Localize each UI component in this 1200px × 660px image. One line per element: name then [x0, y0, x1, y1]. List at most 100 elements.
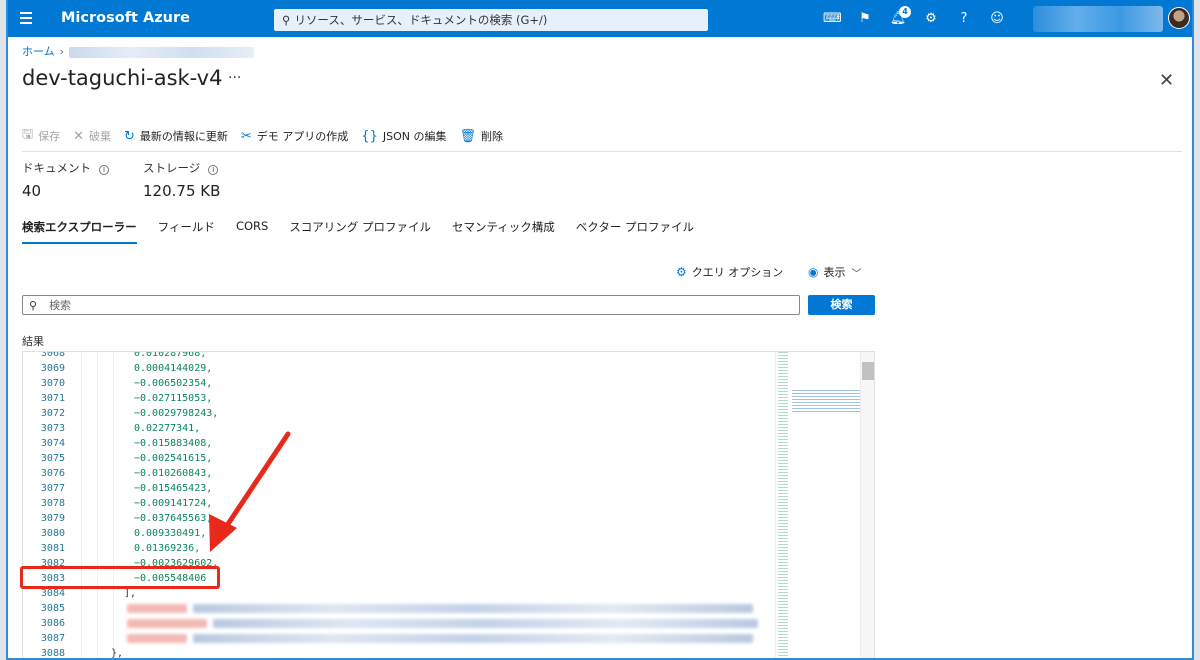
code-value: −0.009141724,	[134, 498, 213, 509]
breadcrumb: ホーム ›	[22, 43, 255, 59]
code-value: −0.015465423,	[134, 483, 213, 494]
line-number: 3073	[40, 423, 65, 434]
tab-semantic-config[interactable]: セマンティック構成	[452, 219, 555, 244]
tab-vector-profiles[interactable]: ベクター プロファイル	[576, 219, 694, 244]
code-line: 3088},	[23, 646, 773, 659]
code-value: −0.002541615,	[134, 453, 213, 464]
code-line: 3086	[23, 616, 773, 631]
delete-button[interactable]: 🗑︎ 削除	[459, 128, 503, 144]
redacted-code-key	[127, 619, 207, 628]
code-line: 3070 −0.006502354,	[23, 376, 773, 391]
hamburger-menu-icon[interactable]	[20, 12, 32, 24]
search-input[interactable]: ⚲ 検索	[22, 295, 800, 315]
redacted-code-value	[193, 604, 753, 613]
query-options-label: クエリ オプション	[691, 266, 784, 279]
line-number: 3077	[40, 483, 65, 494]
code-value: −0.037645563,	[134, 513, 213, 524]
tab-bar: 検索エクスプローラー フィールド CORS スコアリング プロファイル セマンテ…	[22, 219, 715, 244]
code-value: −0.0029798243,	[134, 408, 219, 419]
more-options-icon[interactable]: ···	[228, 70, 241, 86]
tab-search-explorer[interactable]: 検索エクスプローラー	[22, 219, 137, 244]
scrollbar-thumb[interactable]	[862, 362, 874, 380]
directory-filter-icon[interactable]: ⚑	[856, 10, 874, 28]
code-value: 0.009330491,	[134, 528, 207, 539]
line-number: 3088	[40, 648, 65, 659]
line-number: 3071	[40, 393, 65, 404]
code-value: −0.006502354,	[134, 378, 213, 389]
line-number: 3074	[40, 438, 65, 449]
cloud-shell-icon[interactable]: ⌨	[823, 10, 842, 28]
notification-count-badge: 4	[899, 6, 911, 18]
code-line: 3071 −0.027115053,	[23, 391, 773, 406]
refresh-label: 最新の情報に更新	[139, 130, 228, 143]
tab-cors[interactable]: CORS	[236, 219, 268, 244]
save-icon: 🖫	[22, 127, 34, 142]
redacted-code-value	[213, 619, 758, 628]
results-label: 結果	[22, 335, 44, 348]
account-name-redacted[interactable]	[1033, 6, 1163, 32]
redacted-code-value	[193, 634, 753, 643]
top-bar: Microsoft Azure ⚲ リソース、サービス、ドキュメントの検索 (G+…	[8, 0, 1192, 37]
code-line: 3076 −0.010260843,	[23, 466, 773, 481]
redacted-code-key	[127, 604, 187, 613]
refresh-button[interactable]: ↻ 最新の情報に更新	[124, 128, 228, 144]
help-icon[interactable]: ?	[955, 10, 973, 28]
line-number: 3086	[40, 618, 65, 629]
create-demo-app-button[interactable]: ✂ デモ アプリの作成	[241, 128, 348, 144]
query-options-button[interactable]: ⚙ クエリ オプション	[676, 264, 783, 280]
page-title: dev-taguchi-ask-v4	[22, 66, 223, 90]
code-line: 3072 −0.0029798243,	[23, 406, 773, 421]
global-search-placeholder: リソース、サービス、ドキュメントの検索 (G+/)	[294, 13, 548, 27]
feedback-icon[interactable]: ☺	[988, 10, 1006, 28]
breadcrumb-home-link[interactable]: ホーム	[22, 45, 55, 58]
storage-stat-value: 120.75 KB	[143, 182, 221, 200]
brand-title[interactable]: Microsoft Azure	[61, 10, 190, 26]
eye-icon: ◉	[808, 265, 819, 279]
refresh-icon: ↻	[123, 128, 135, 144]
code-value: 0.0004144029,	[134, 363, 213, 374]
code-line: 3073 0.02277341,	[23, 421, 773, 436]
delete-label: 削除	[480, 130, 503, 143]
storage-stat-label: ストレージ i	[143, 160, 219, 176]
save-button[interactable]: 🖫 保存	[22, 125, 60, 147]
global-search-input[interactable]: ⚲ リソース、サービス、ドキュメントの検索 (G+/)	[274, 9, 708, 31]
discard-button[interactable]: ✕ 破棄	[73, 128, 111, 144]
line-number: 3079	[40, 513, 65, 524]
tab-scoring-profiles[interactable]: スコアリング プロファイル	[289, 219, 431, 244]
search-icon: ⚲	[29, 298, 38, 312]
code-line: 3069 0.0004144029,	[23, 361, 773, 376]
redacted-code-key	[127, 634, 187, 643]
code-line: 3075 −0.002541615,	[23, 451, 773, 466]
code-line: 3079 −0.037645563,	[23, 511, 773, 526]
breadcrumb-redacted-item[interactable]	[69, 46, 255, 58]
line-number: 3081	[40, 543, 65, 554]
editor-minimap[interactable]	[775, 352, 866, 658]
avatar[interactable]	[1168, 7, 1190, 29]
code-line: 3078 −0.009141724,	[23, 496, 773, 511]
edit-json-button[interactable]: {} JSON の編集	[361, 128, 446, 144]
search-placeholder: 検索	[49, 299, 72, 312]
command-bar: 🖫 保存 ✕ 破棄 ↻ 最新の情報に更新 ✂ デモ アプリの作成 {} JSON の編集 …	[22, 125, 516, 147]
code-value: −0.015883408,	[134, 438, 213, 449]
trash-icon: 🗑︎	[459, 128, 476, 144]
view-label: 表示	[823, 266, 846, 279]
chevron-down-icon: ﹀	[851, 268, 862, 280]
save-label: 保存	[38, 130, 61, 143]
line-number: 3087	[40, 633, 65, 644]
info-icon[interactable]: i	[99, 165, 109, 175]
scrollbar-track[interactable]	[860, 352, 874, 658]
documents-label-text: ドキュメント	[22, 161, 91, 175]
view-dropdown[interactable]: ◉ 表示 ﹀	[808, 264, 861, 280]
info-icon[interactable]: i	[208, 165, 219, 175]
results-code-editor[interactable]: 3068 0.010287968, 3069 0.0004144029, 3070 −0.…	[22, 351, 875, 659]
tab-fields[interactable]: フィールド	[158, 219, 215, 244]
settings-gear-icon[interactable]: ⚙	[922, 10, 940, 28]
line-number: 3076	[40, 468, 65, 479]
close-button[interactable]: ✕	[1159, 70, 1174, 91]
documents-stat-value: 40	[22, 182, 42, 200]
line-number: 3070	[40, 378, 65, 389]
search-icon: ⚲	[282, 13, 291, 27]
code-value: 0.01369236,	[134, 543, 201, 554]
search-button[interactable]: 検索	[808, 295, 875, 315]
chevron-right-icon: ›	[59, 45, 65, 58]
